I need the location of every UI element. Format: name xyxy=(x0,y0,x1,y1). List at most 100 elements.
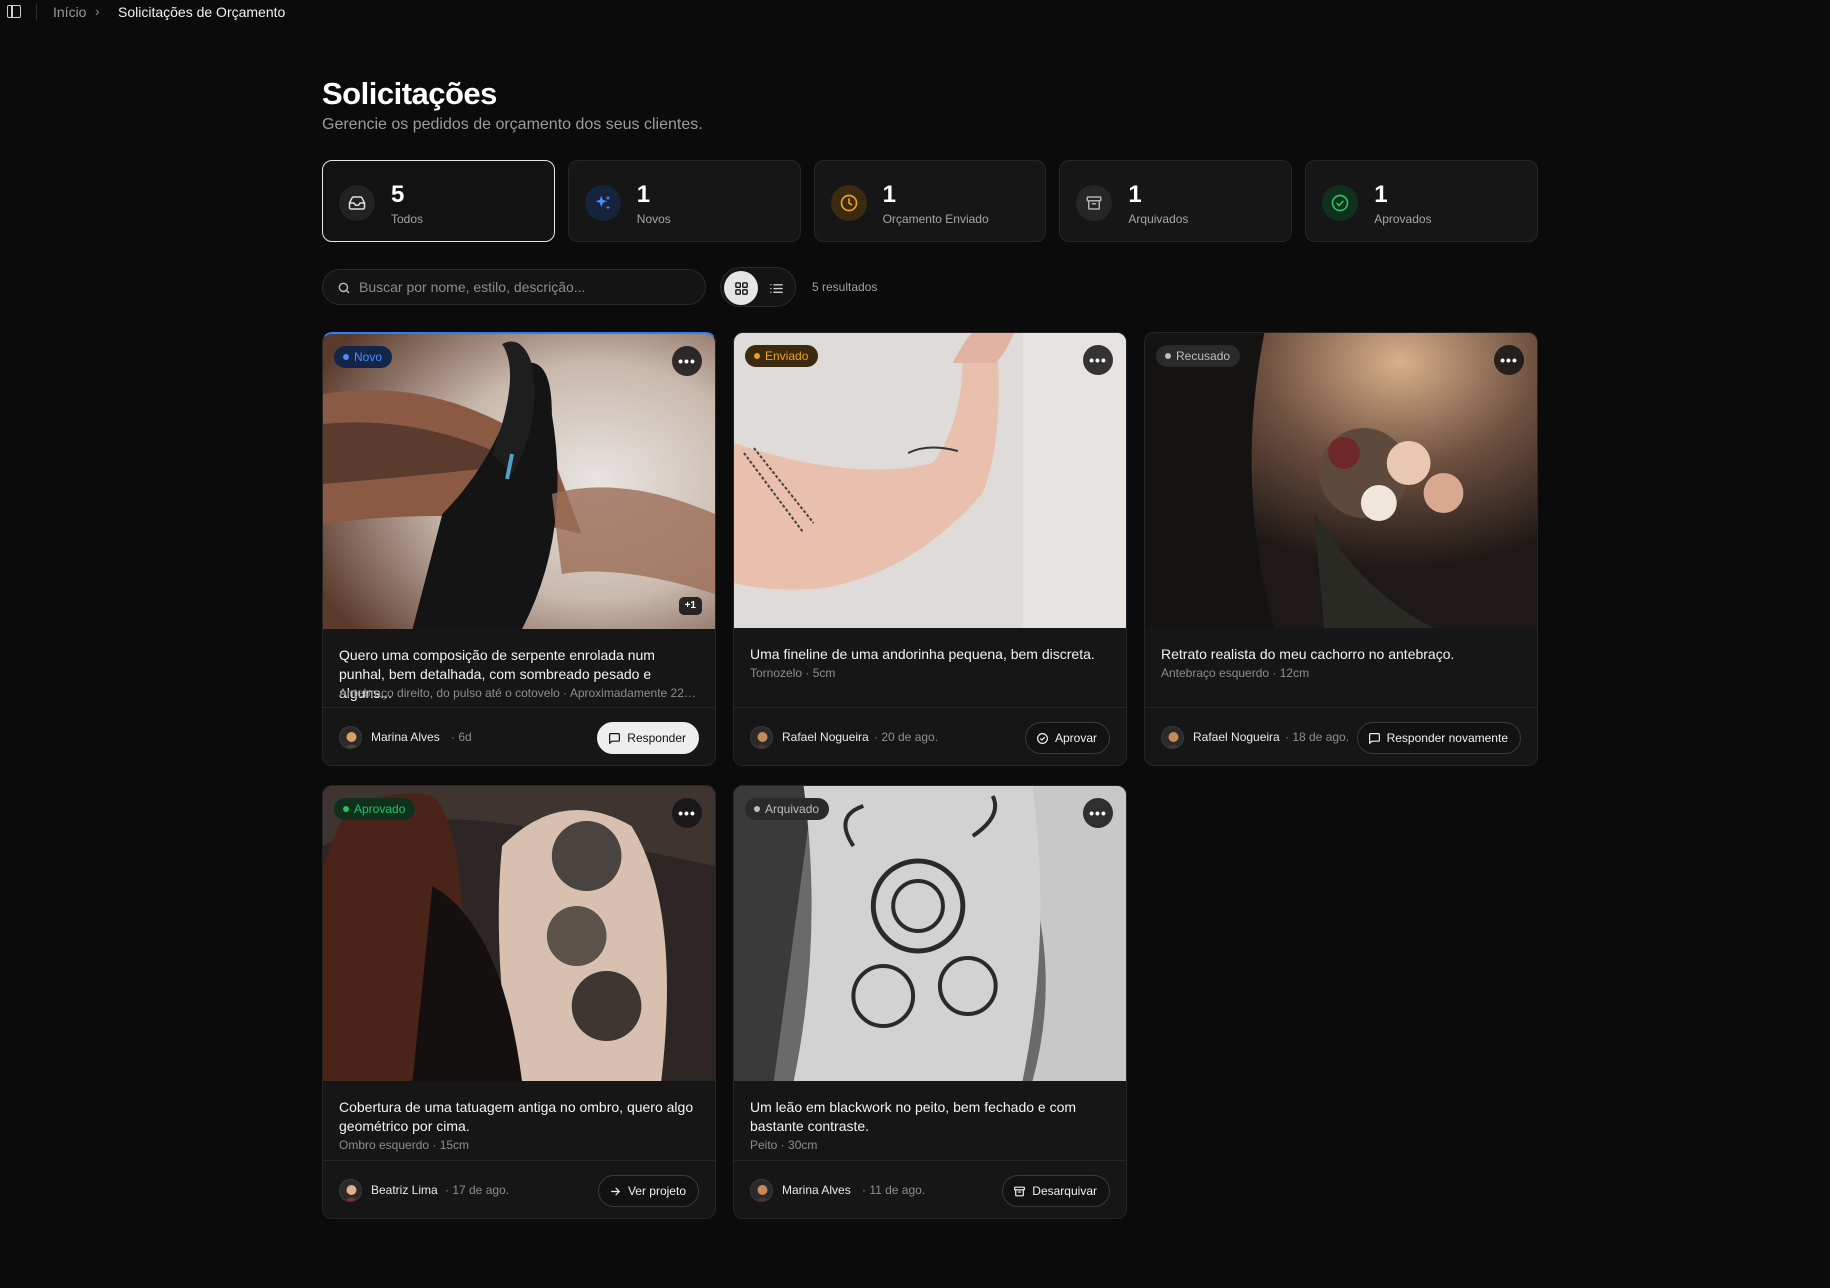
page-subtitle: Gerencie os pedidos de orçamento dos seu… xyxy=(322,116,703,133)
stat-label: Orçamento Enviado xyxy=(882,212,989,226)
ellipsis-icon: ••• xyxy=(1500,352,1518,368)
page-title: Solicitações xyxy=(322,76,497,111)
archive-icon xyxy=(1076,185,1113,221)
ellipsis-icon: ••• xyxy=(678,805,696,821)
request-time: · 20 de ago. xyxy=(874,730,939,744)
card-title: Retrato realista do meu cachorro no ante… xyxy=(1161,646,1455,662)
author-name: Rafael Nogueira xyxy=(1193,730,1280,744)
view-project-button[interactable]: Ver projeto xyxy=(597,1175,699,1207)
check-circle-icon xyxy=(1036,732,1048,744)
search-box xyxy=(322,269,706,305)
card-image xyxy=(1145,333,1537,628)
card-title: Uma fineline de uma andorinha pequena, b… xyxy=(750,646,1095,662)
card-image xyxy=(323,334,715,629)
filter-card-todos[interactable]: 5 Todos xyxy=(322,160,555,242)
more-options-button[interactable]: ••• xyxy=(672,798,702,828)
more-options-button[interactable]: ••• xyxy=(1083,798,1113,828)
request-card[interactable]: Enviado ••• Uma fineline de uma andorinh… xyxy=(733,332,1127,766)
status-badge: Recusado xyxy=(1156,345,1241,367)
message-icon xyxy=(1368,732,1380,744)
arrow-right-icon xyxy=(611,1187,620,1195)
breadcrumb-current: Solicitações de Orçamento xyxy=(118,4,286,20)
reply-again-button[interactable]: Responder novamente xyxy=(1356,722,1521,754)
chevron-right-icon: › xyxy=(95,3,100,19)
list-view-button[interactable] xyxy=(759,271,793,305)
status-badge: Enviado xyxy=(745,345,819,367)
filter-card-novos[interactable]: 1 Novos xyxy=(567,160,801,242)
avatar xyxy=(339,726,362,749)
top-bar: Início › Solicitações de Orçamento xyxy=(0,0,1830,24)
reply-button[interactable]: Responder xyxy=(597,722,699,754)
request-time: · 17 de ago. xyxy=(445,1183,510,1197)
card-meta: Tornozelo · 5cm xyxy=(750,666,836,680)
filter-card-aprovados[interactable]: 1 Aprovados xyxy=(1305,160,1538,242)
stat-label: Todos xyxy=(391,212,424,226)
grid-icon xyxy=(734,281,748,295)
more-options-button[interactable]: ••• xyxy=(1083,345,1113,375)
button-label: Responder xyxy=(627,731,686,745)
avatar xyxy=(1161,726,1184,749)
sidebar-toggle-icon[interactable] xyxy=(7,5,21,18)
status-badge: Aprovado xyxy=(334,798,416,820)
stat-value: 1 xyxy=(882,181,896,208)
stat-label: Aprovados xyxy=(1374,212,1432,226)
card-meta: Ombro esquerdo · 15cm xyxy=(339,1138,470,1152)
check-circle-icon xyxy=(1322,185,1359,221)
search-icon xyxy=(337,281,351,300)
clock-icon xyxy=(830,185,867,221)
card-title: Um leão em blackwork no peito, bem fecha… xyxy=(750,1099,1077,1134)
unarchive-button[interactable]: Desarquivar xyxy=(1002,1175,1110,1207)
ellipsis-icon: ••• xyxy=(678,353,696,369)
status-badge: Arquivado xyxy=(745,798,830,820)
avatar xyxy=(339,1179,362,1202)
status-badge: Novo xyxy=(334,346,393,368)
stat-value: 1 xyxy=(636,181,651,208)
request-card[interactable]: Aprovado ••• Cobertura de uma tatuagem a… xyxy=(322,785,716,1219)
top-divider xyxy=(36,4,37,20)
list-icon xyxy=(769,283,783,293)
author-name: Marina Alves xyxy=(371,730,440,744)
avatar xyxy=(750,726,773,749)
filter-card-arquivados[interactable]: 1 Arquivados xyxy=(1059,160,1293,242)
request-time: · 18 de ago. xyxy=(1285,730,1350,744)
stat-value: 5 xyxy=(391,181,405,208)
author-name: Beatriz Lima xyxy=(371,1183,438,1197)
breadcrumb-home[interactable]: Início xyxy=(53,4,86,20)
request-card[interactable]: Arquivado ••• Um leão em blackwork no pe… xyxy=(733,785,1127,1219)
filter-card-orcamento-enviado[interactable]: 1 Orçamento Enviado xyxy=(813,160,1047,242)
card-meta: Peito · 30cm xyxy=(750,1138,818,1152)
author-name: Marina Alves xyxy=(782,1183,851,1197)
button-label: Responder novamente xyxy=(1386,731,1508,745)
card-title: Cobertura de uma tatuagem antiga no ombr… xyxy=(339,1099,694,1134)
card-footer: Rafael Nogueira · 18 de ago. Responder n… xyxy=(1145,707,1537,765)
approve-button[interactable]: Aprovar xyxy=(1024,722,1110,754)
inbox-icon xyxy=(339,185,375,221)
card-image xyxy=(323,786,715,1081)
button-label: Ver projeto xyxy=(627,1184,686,1198)
more-options-button[interactable]: ••• xyxy=(672,346,702,376)
request-card[interactable]: Recusado ••• Retrato realista do meu cac… xyxy=(1144,332,1538,766)
request-card[interactable]: Novo ••• +1 Quero uma composição de serp… xyxy=(322,332,716,766)
search-input[interactable] xyxy=(359,270,689,304)
more-options-button[interactable]: ••• xyxy=(1494,345,1524,375)
stat-value: 1 xyxy=(1128,181,1142,208)
archive-icon xyxy=(1014,1186,1026,1196)
card-meta: Antebraço esquerdo · 12cm xyxy=(1161,666,1310,680)
card-footer: Rafael Nogueira · 20 de ago. Aprovar xyxy=(734,707,1126,765)
button-label: Desarquivar xyxy=(1032,1184,1097,1198)
card-footer: Marina Alves · 6d Responder xyxy=(323,707,715,765)
card-image xyxy=(734,786,1126,1081)
sparkles-icon xyxy=(584,185,621,221)
request-time: · 11 de ago. xyxy=(862,1183,926,1197)
status-filter-cards: 5 Todos 1 Novos 1 Orçamento Enviado 1 Ar… xyxy=(322,160,1538,242)
results-count: 5 resultados xyxy=(812,280,878,294)
request-time: · 6d xyxy=(451,730,472,744)
stat-label: Novos xyxy=(636,212,671,226)
grid-view-button[interactable] xyxy=(724,271,758,305)
card-footer: Beatriz Lima · 17 de ago. Ver projeto xyxy=(323,1160,715,1218)
card-footer: Marina Alves · 11 de ago. Desarquivar xyxy=(734,1160,1126,1218)
ellipsis-icon: ••• xyxy=(1089,352,1107,368)
button-label: Aprovar xyxy=(1054,731,1097,745)
author-name: Rafael Nogueira xyxy=(782,730,869,744)
avatar xyxy=(750,1179,773,1202)
